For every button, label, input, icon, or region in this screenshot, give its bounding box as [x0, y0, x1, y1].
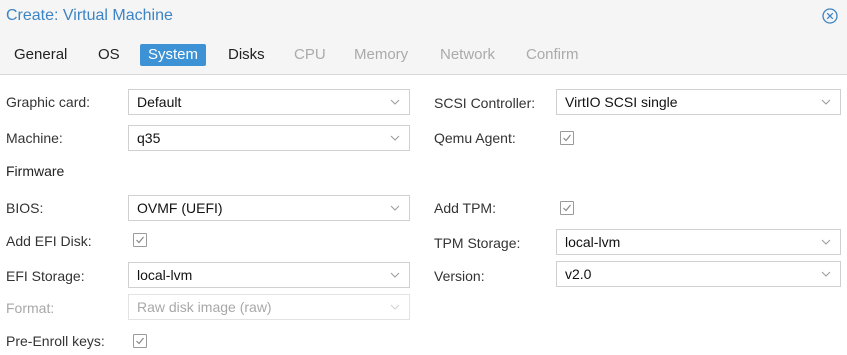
bios-value: OVMF (UEFI) — [137, 200, 223, 216]
checkmark-icon — [136, 337, 144, 345]
tab-memory: Memory — [354, 46, 409, 63]
checkmark-icon — [563, 134, 571, 142]
graphic-card-value: Default — [137, 94, 182, 110]
machine-value: q35 — [137, 130, 161, 146]
tab-disks[interactable]: Disks — [228, 44, 265, 66]
tab-confirm: Confirm — [526, 46, 579, 63]
wizard-tab-bar: General OS System Disks CPU Memory Netwo… — [0, 36, 847, 75]
graphic-card-select[interactable]: Default — [128, 89, 410, 115]
chevron-down-icon — [390, 99, 400, 105]
tpm-storage-label: TPM Storage: — [434, 235, 521, 251]
tpm-storage-select[interactable]: local-lvm — [556, 229, 841, 255]
bios-select[interactable]: OVMF (UEFI) — [128, 195, 410, 221]
scsi-controller-label: SCSI Controller: — [434, 95, 536, 111]
firmware-section-heading: Firmware — [6, 163, 65, 179]
window-titlebar: Create: Virtual Machine — [0, 0, 847, 36]
add-tpm-label: Add TPM: — [434, 200, 496, 216]
efi-storage-label: EFI Storage: — [6, 268, 85, 284]
efi-storage-value: local-lvm — [137, 267, 193, 283]
qemu-agent-checkbox[interactable] — [560, 131, 574, 145]
tab-system[interactable]: System — [140, 44, 207, 66]
chevron-down-icon — [390, 135, 400, 141]
scsi-controller-select[interactable]: VirtIO SCSI single — [556, 89, 841, 115]
tab-os[interactable]: OS — [98, 44, 120, 66]
checkmark-icon — [136, 236, 144, 244]
chevron-down-icon — [390, 304, 400, 310]
add-efi-disk-label: Add EFI Disk: — [6, 233, 92, 249]
qemu-agent-label: Qemu Agent: — [434, 130, 516, 146]
chevron-down-icon — [390, 205, 400, 211]
machine-select[interactable]: q35 — [128, 125, 410, 151]
graphic-card-label: Graphic card: — [6, 94, 91, 110]
tab-general[interactable]: General — [14, 44, 67, 66]
chevron-down-icon — [390, 272, 400, 278]
scsi-controller-value: VirtIO SCSI single — [565, 94, 678, 110]
add-efi-disk-checkbox[interactable] — [133, 233, 147, 247]
efi-storage-select[interactable]: local-lvm — [128, 262, 410, 288]
chevron-down-icon — [821, 271, 831, 277]
checkmark-icon — [563, 204, 571, 212]
pre-enroll-keys-checkbox[interactable] — [133, 334, 147, 348]
chevron-down-icon — [821, 99, 831, 105]
format-label: Format: — [6, 300, 55, 316]
tab-network: Network — [440, 46, 496, 63]
version-label: Version: — [434, 268, 485, 284]
tpm-storage-value: local-lvm — [565, 234, 621, 250]
close-circle-icon[interactable] — [822, 8, 838, 24]
version-value: v2.0 — [565, 266, 592, 282]
tab-cpu: CPU — [294, 46, 326, 63]
chevron-down-icon — [821, 239, 831, 245]
window-title: Create: Virtual Machine — [6, 7, 173, 24]
format-select: Raw disk image (raw) — [128, 294, 410, 320]
machine-label: Machine: — [6, 130, 63, 146]
bios-label: BIOS: — [6, 200, 44, 216]
format-value: Raw disk image (raw) — [137, 299, 272, 315]
add-tpm-checkbox[interactable] — [560, 201, 574, 215]
version-select[interactable]: v2.0 — [556, 261, 841, 287]
pre-enroll-keys-label: Pre-Enroll keys: — [6, 333, 105, 349]
